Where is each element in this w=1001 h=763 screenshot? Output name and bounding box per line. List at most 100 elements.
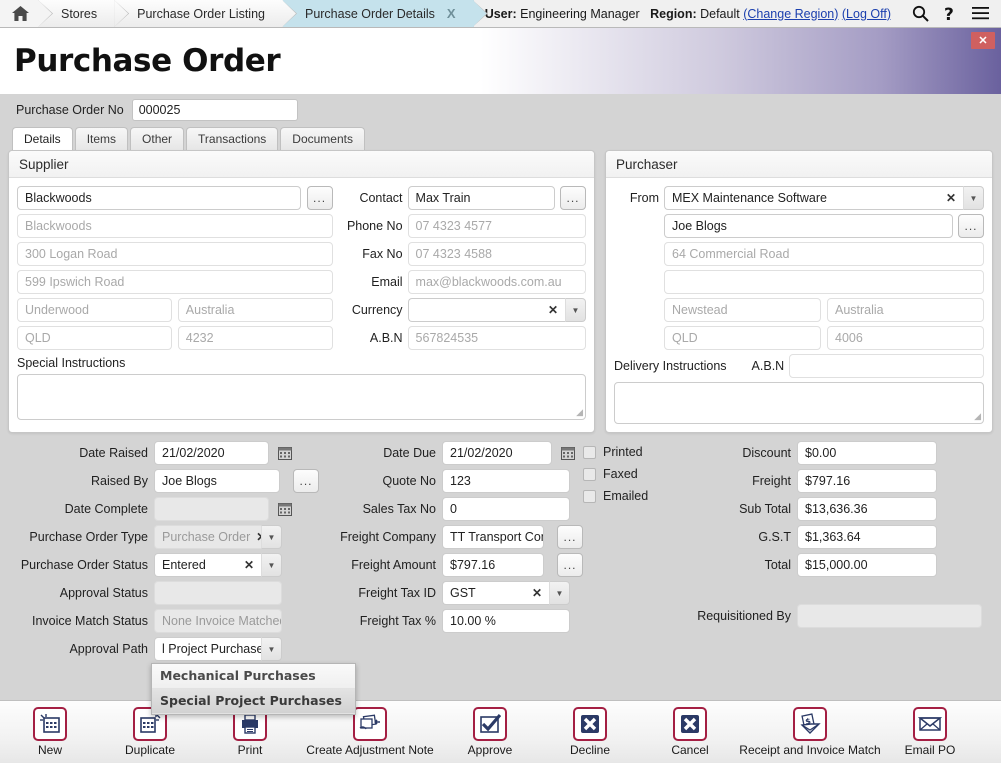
supplier-postcode-input[interactable]: 4232 xyxy=(177,326,333,350)
purchaser-address1-input[interactable]: 64 Commercial Road xyxy=(664,242,984,266)
faxed-checkbox[interactable] xyxy=(583,467,596,481)
email-po-button[interactable]: Email PO xyxy=(880,707,980,757)
requisitioned-by-input[interactable] xyxy=(797,604,982,628)
help-icon[interactable]: ? xyxy=(935,0,965,28)
tab-details[interactable]: Details xyxy=(12,127,73,150)
supplier-contact-input[interactable]: Max Train xyxy=(407,186,555,210)
approval-path-combo[interactable]: l Project Purchases ✕ ▼ xyxy=(154,637,282,661)
raised-by-lookup-button[interactable]: ... xyxy=(293,469,319,493)
purchaser-city-input[interactable]: Newstead xyxy=(664,298,821,322)
purchaser-address2-input[interactable] xyxy=(664,270,984,294)
purchaser-from-input[interactable]: MEX Maintenance Software ✕ xyxy=(664,186,963,210)
quote-no-input[interactable]: 123 xyxy=(442,469,570,493)
purchase-order-status-combo[interactable]: Entered ✕ ▼ xyxy=(154,553,282,577)
supplier-currency-clear-icon[interactable]: ✕ xyxy=(542,303,558,317)
resize-grip-icon[interactable]: ◢ xyxy=(974,411,981,422)
purchaser-from-dropdown-arrow[interactable]: ▼ xyxy=(963,186,984,210)
supplier-fax-input[interactable]: 07 4323 4588 xyxy=(407,242,586,266)
breadcrumb-item-purchase-order-listing[interactable]: Purchase Order Listing xyxy=(115,0,283,27)
supplier-country-input[interactable]: Australia xyxy=(177,298,333,322)
purchaser-postcode-input[interactable]: 4006 xyxy=(827,326,984,350)
freight-amount-input[interactable]: $797.16 xyxy=(442,553,544,577)
calendar-icon[interactable] xyxy=(275,441,295,465)
tab-items[interactable]: Items xyxy=(74,127,129,150)
freight-amount-lookup-button[interactable]: ... xyxy=(557,553,583,577)
freight-tax-pct-input[interactable]: 10.00 % xyxy=(442,609,570,633)
receipt-and-invoice-match-button[interactable]: $ Receipt and Invoice Match xyxy=(739,707,881,757)
search-icon[interactable] xyxy=(905,0,935,28)
approval-path-option-special-project[interactable]: Special Project Purchases xyxy=(152,689,355,714)
date-raised-input[interactable]: 21/02/2020 xyxy=(154,441,269,465)
purchase-order-status-dropdown-arrow[interactable]: ▼ xyxy=(261,553,282,577)
purchase-order-type-clear-icon[interactable]: ✕ xyxy=(250,530,261,544)
supplier-email-input[interactable]: max@blackwoods.com.au xyxy=(407,270,586,294)
cancel-button[interactable]: Cancel xyxy=(640,707,740,757)
supplier-phone-input[interactable]: 07 4323 4577 xyxy=(407,214,586,238)
purchaser-from-combo[interactable]: MEX Maintenance Software ✕ ▼ xyxy=(664,186,984,210)
purchase-order-type-dropdown-arrow[interactable]: ▼ xyxy=(261,525,282,549)
new-button[interactable]: New xyxy=(0,707,100,757)
tab-documents[interactable]: Documents xyxy=(280,127,365,150)
purchase-order-status-input[interactable]: Entered ✕ xyxy=(154,553,261,577)
freight-tax-id-clear-icon[interactable]: ✕ xyxy=(526,586,542,600)
decline-button[interactable]: Decline xyxy=(540,707,640,757)
tab-other[interactable]: Other xyxy=(130,127,185,150)
approve-button[interactable]: Approve xyxy=(440,707,540,757)
approval-path-dropdown-list[interactable]: Mechanical Purchases Special Project Pur… xyxy=(151,663,356,715)
date-due-input[interactable]: 21/02/2020 xyxy=(442,441,552,465)
purchase-order-status-clear-icon[interactable]: ✕ xyxy=(238,558,254,572)
freight-tax-id-input[interactable]: GST ✕ xyxy=(442,581,549,605)
freight-company-input[interactable]: TT Transport Company xyxy=(442,525,544,549)
supplier-address1-input[interactable]: 300 Logan Road xyxy=(17,242,333,266)
total-input[interactable]: $15,000.00 xyxy=(797,553,937,577)
supplier-contact-lookup-button[interactable]: ... xyxy=(560,186,586,210)
log-off-link[interactable]: (Log Off) xyxy=(842,7,891,21)
printed-checkbox-row[interactable]: Printed xyxy=(583,445,688,459)
supplier-name-lookup-button[interactable]: ... xyxy=(306,186,333,210)
purchase-order-type-input[interactable]: Purchase Order ✕ xyxy=(154,525,261,549)
faxed-checkbox-row[interactable]: Faxed xyxy=(583,467,688,481)
special-instructions-textarea[interactable] xyxy=(17,374,586,420)
breadcrumb-item-purchase-order-details[interactable]: Purchase Order Details X xyxy=(282,0,474,27)
sales-tax-no-input[interactable]: 0 xyxy=(442,497,570,521)
resize-grip-icon[interactable]: ◢ xyxy=(576,407,583,418)
freight-total-input[interactable]: $797.16 xyxy=(797,469,937,493)
purchaser-state-input[interactable]: QLD xyxy=(664,326,821,350)
purchaser-person-lookup-button[interactable]: ... xyxy=(958,214,984,238)
purchaser-country-input[interactable]: Australia xyxy=(827,298,984,322)
breadcrumb-close-icon[interactable]: X xyxy=(447,6,456,21)
supplier-currency-combo[interactable]: ✕ ▼ xyxy=(407,298,586,322)
discount-input[interactable]: $0.00 xyxy=(797,441,937,465)
calendar-icon[interactable] xyxy=(558,441,578,465)
approval-path-input[interactable]: l Project Purchases ✕ xyxy=(154,637,261,661)
breadcrumb-home[interactable] xyxy=(0,0,39,27)
supplier-currency-dropdown-arrow[interactable]: ▼ xyxy=(565,298,586,322)
purchaser-from-clear-icon[interactable]: ✕ xyxy=(940,191,956,205)
freight-tax-id-dropdown-arrow[interactable]: ▼ xyxy=(549,581,570,605)
purchase-order-type-combo[interactable]: Purchase Order ✕ ▼ xyxy=(154,525,282,549)
supplier-currency-input[interactable]: ✕ xyxy=(407,298,565,322)
invoice-match-status-input[interactable]: None Invoice Matched xyxy=(154,609,282,633)
change-region-link[interactable]: (Change Region) xyxy=(743,7,838,21)
gst-input[interactable]: $1,363.64 xyxy=(797,525,937,549)
freight-company-lookup-button[interactable]: ... xyxy=(557,525,583,549)
supplier-company-input[interactable]: Blackwoods xyxy=(17,214,333,238)
calendar-icon[interactable] xyxy=(275,497,295,521)
printed-checkbox[interactable] xyxy=(583,445,596,459)
purchaser-person-input[interactable]: Joe Blogs xyxy=(664,214,953,238)
supplier-address2-input[interactable]: 599 Ipswich Road xyxy=(17,270,333,294)
hamburger-menu-icon[interactable] xyxy=(965,0,995,28)
date-complete-input[interactable] xyxy=(154,497,269,521)
sub-total-input[interactable]: $13,636.36 xyxy=(797,497,937,521)
purchase-order-no-input[interactable]: 000025 xyxy=(131,99,298,121)
close-window-button[interactable]: ✕ xyxy=(971,32,995,49)
approval-path-dropdown-arrow[interactable]: ▼ xyxy=(261,637,282,661)
supplier-city-input[interactable]: Underwood xyxy=(17,298,172,322)
supplier-state-input[interactable]: QLD xyxy=(17,326,172,350)
delivery-instructions-textarea[interactable] xyxy=(614,382,984,424)
purchaser-abn-input[interactable] xyxy=(789,354,984,378)
supplier-abn-input[interactable]: 567824535 xyxy=(407,326,586,350)
approval-path-option-mechanical[interactable]: Mechanical Purchases xyxy=(152,664,355,689)
emailed-checkbox[interactable] xyxy=(583,489,596,503)
freight-tax-id-combo[interactable]: GST ✕ ▼ xyxy=(442,581,570,605)
